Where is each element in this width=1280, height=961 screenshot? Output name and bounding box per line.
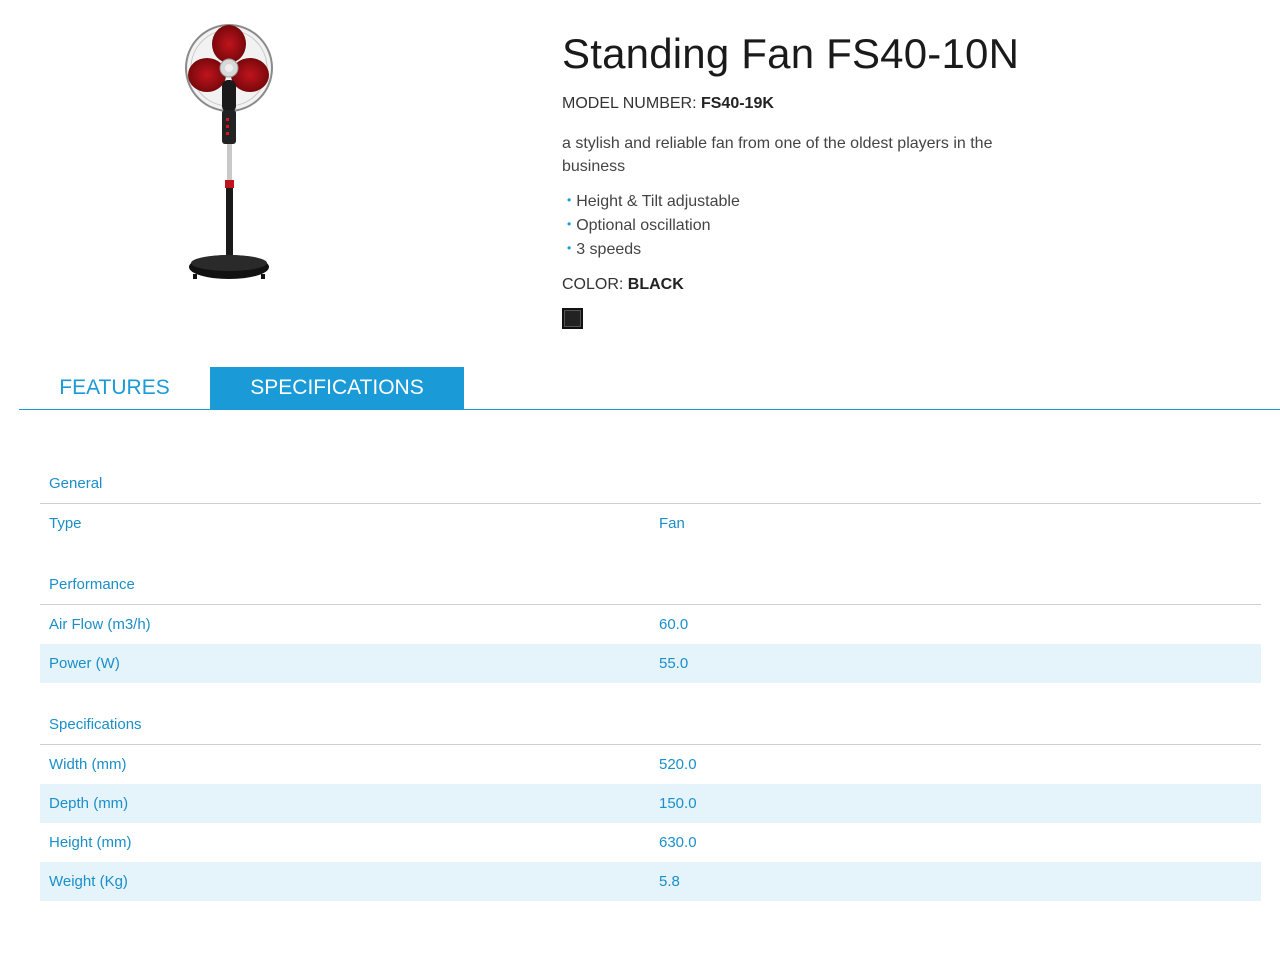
spec-label: Depth (mm) [49, 795, 129, 812]
group-header-general: General [40, 463, 1261, 504]
color-line: COLOR: BLACK [562, 275, 1032, 295]
feature-item: • Height & Tilt adjustable [567, 189, 1032, 213]
color-label: COLOR: [562, 276, 628, 293]
table-row: Weight (Kg) 5.8 [40, 862, 1261, 901]
spec-value: 55.0 [659, 655, 689, 672]
tab-bar: FEATURES SPECIFICATIONS [19, 367, 1280, 410]
spec-value: 5.8 [659, 873, 680, 890]
table-row: Width (mm) 520.0 [40, 745, 1261, 784]
feature-text: Height & Tilt adjustable [576, 193, 740, 210]
color-value: BLACK [627, 276, 684, 293]
group-header-specifications: Specifications [40, 704, 1261, 745]
bullet-icon: • [567, 241, 572, 255]
tab-specifications[interactable]: SPECIFICATIONS [210, 367, 464, 409]
table-row: Air Flow (m3/h) 60.0 [40, 605, 1261, 644]
product-description: a stylish and reliable fan from one of t… [562, 135, 993, 175]
table-row: Power (W) 55.0 [40, 644, 1261, 683]
specifications-table: General Type Fan Performance Air Flow (m… [40, 463, 1261, 901]
table-row: Height (mm) 630.0 [40, 823, 1261, 862]
spec-label: Power (W) [49, 655, 120, 672]
spec-label: Type [49, 515, 82, 532]
spec-value: 60.0 [659, 616, 689, 633]
tab-features[interactable]: FEATURES [19, 367, 210, 409]
model-value: FS40-19K [700, 95, 774, 112]
bullet-icon: • [567, 193, 572, 207]
spec-label: Width (mm) [49, 756, 127, 773]
model-number: MODEL NUMBER: FS40-19K [562, 94, 1032, 114]
feature-text: Optional oscillation [576, 217, 711, 234]
product-title: Standing Fan FS40-10N [562, 30, 1020, 77]
spec-value: 630.0 [659, 834, 697, 851]
spec-label: Height (mm) [49, 834, 132, 851]
table-row: Type Fan [40, 504, 1261, 543]
table-row: Depth (mm) 150.0 [40, 784, 1261, 823]
spec-label: Air Flow (m3/h) [49, 616, 151, 633]
spec-value: 150.0 [659, 795, 697, 812]
product-info: Standing Fan FS40-10N MODEL NUMBER: FS40… [562, 28, 1032, 329]
feature-list: • Height & Tilt adjustable • Optional osci… [562, 189, 1032, 261]
spec-label: Weight (Kg) [49, 873, 128, 890]
spec-value: 520.0 [659, 756, 697, 773]
spec-value: Fan [659, 515, 685, 532]
color-swatch-black[interactable] [562, 308, 583, 329]
feature-item: • 3 speeds [567, 237, 1032, 261]
product-image[interactable] [176, 20, 286, 288]
feature-text: 3 speeds [576, 241, 642, 258]
feature-item: • Optional oscillation [567, 213, 1032, 237]
standing-fan-icon [185, 24, 273, 279]
bullet-icon: • [567, 217, 572, 231]
model-label: MODEL NUMBER: [562, 95, 701, 112]
group-header-performance: Performance [40, 564, 1261, 605]
